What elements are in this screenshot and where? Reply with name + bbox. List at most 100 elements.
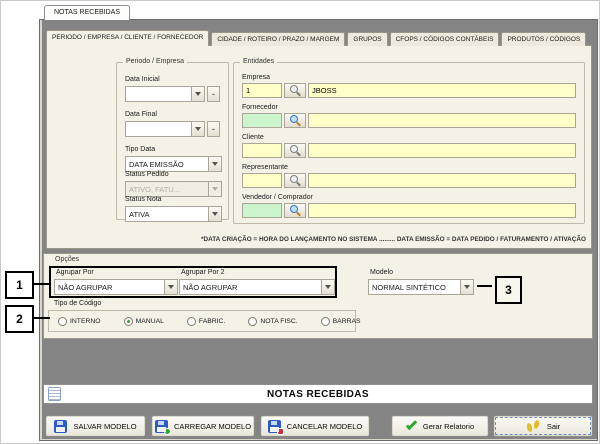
data-inicial-label: Data Inicial bbox=[125, 76, 160, 83]
vendedor-name-field[interactable] bbox=[308, 203, 576, 218]
check-badge-icon bbox=[163, 427, 171, 435]
data-final-label: Data Final bbox=[125, 111, 157, 118]
data-inicial-dropdown-button[interactable] bbox=[191, 86, 205, 102]
representante-search-button[interactable] bbox=[284, 173, 306, 188]
annotation-marker-1: 1 bbox=[5, 271, 34, 299]
agrupar-por-value[interactable]: NÃO AGRUPAR bbox=[54, 279, 164, 295]
chevron-down-icon bbox=[212, 187, 218, 191]
empresa-name-field[interactable]: JBOSS bbox=[308, 83, 576, 98]
tab-cidade-roteiro-prazo-margem[interactable]: CIDADE / ROTEIRO / PRAZO / MARGEM bbox=[211, 32, 346, 46]
tab-cfops-codigos-contabeis[interactable]: CFOPS / CÓDIGOS CONTÁBEIS bbox=[389, 32, 500, 46]
representante-name-field[interactable] bbox=[308, 173, 576, 188]
cliente-code-field[interactable] bbox=[242, 143, 282, 158]
agrupar-por-dropdown-button[interactable] bbox=[164, 279, 178, 295]
empresa-search-button[interactable] bbox=[284, 83, 306, 98]
tab-grupos[interactable]: GRUPOS bbox=[347, 32, 388, 46]
search-icon bbox=[289, 205, 301, 216]
tab-strip: PERIODO / EMPRESA / CLIENTE / FORNECEDOR… bbox=[46, 30, 588, 46]
chevron-down-icon bbox=[325, 285, 331, 289]
report-icon[interactable] bbox=[48, 387, 61, 401]
tipo-data-select[interactable]: DATA EMISSÃO bbox=[125, 156, 222, 172]
vendedor-search-button[interactable] bbox=[284, 203, 306, 218]
tipo-data-label: Tipo Data bbox=[125, 146, 156, 153]
tipo-codigo-radio-group: INTERNO MANUAL FABRIC. NOTA FISC. BARRAS bbox=[48, 310, 361, 332]
cliente-label: Cliente bbox=[242, 134, 264, 141]
fornecedor-code-field[interactable] bbox=[242, 113, 282, 128]
data-final-dropdown-button[interactable] bbox=[191, 121, 205, 137]
report-title: NOTAS RECEBIDAS bbox=[267, 388, 369, 400]
data-inicial-picker[interactable] bbox=[125, 86, 205, 102]
fornecedor-label: Fornecedor bbox=[242, 104, 278, 111]
radio-manual[interactable]: MANUAL bbox=[123, 316, 164, 326]
agrupar-por-2-value[interactable]: NÃO AGRUPAR bbox=[179, 279, 321, 295]
status-nota-value[interactable]: ATIVA bbox=[125, 206, 208, 222]
chevron-down-icon bbox=[464, 285, 470, 289]
radio-manual-label: MANUAL bbox=[135, 317, 164, 325]
outer-tab-notas-recebidas[interactable]: NOTAS RECEBIDAS bbox=[44, 5, 130, 20]
status-nota-dropdown-button[interactable] bbox=[208, 206, 222, 222]
agrupar-por-2-select[interactable]: NÃO AGRUPAR bbox=[179, 279, 335, 295]
status-nota-select[interactable]: ATIVA bbox=[125, 206, 222, 222]
cliente-search-button[interactable] bbox=[284, 143, 306, 158]
footprints-icon bbox=[526, 420, 541, 433]
fornecedor-search-button[interactable] bbox=[284, 113, 306, 128]
gerar-relatorio-button[interactable]: Gerar Relatorio bbox=[391, 415, 489, 437]
representante-code-field[interactable] bbox=[242, 173, 282, 188]
radio-barras[interactable]: BARRAS bbox=[320, 316, 361, 326]
cliente-name-field[interactable] bbox=[308, 143, 576, 158]
status-pedido-label: Status Pedido bbox=[125, 171, 169, 178]
chevron-down-icon bbox=[212, 212, 218, 216]
radio-nota-fisc-label: NOTA FISC. bbox=[260, 317, 298, 325]
carregar-modelo-button[interactable]: CARREGAR MODELO bbox=[151, 415, 255, 437]
radio-selected-icon bbox=[123, 316, 133, 326]
tipo-codigo-label: Tipo de Código bbox=[54, 300, 102, 307]
tipo-data-dropdown-button[interactable] bbox=[208, 156, 222, 172]
tipo-data-value[interactable]: DATA EMISSÃO bbox=[125, 156, 208, 172]
fornecedor-name-field[interactable] bbox=[308, 113, 576, 128]
modelo-value[interactable]: NORMAL SINTÉTICO bbox=[368, 279, 460, 295]
data-final-picker[interactable] bbox=[125, 121, 205, 137]
radio-fabric-label: FABRIC. bbox=[198, 317, 226, 325]
entidade-row-cliente: Cliente bbox=[242, 134, 576, 158]
data-final-clear-button[interactable]: - bbox=[207, 121, 220, 137]
screenshot-root: NOTAS RECEBIDAS PERIODO / EMPRESA / CLIE… bbox=[0, 0, 600, 444]
sair-label: Sair bbox=[546, 421, 561, 431]
data-inicial-value[interactable] bbox=[125, 86, 191, 102]
agrupar-por-2-dropdown-button[interactable] bbox=[321, 279, 335, 295]
save-disk-icon bbox=[54, 419, 68, 433]
groupbox-periodo-title: Periodo / Empresa bbox=[123, 58, 187, 65]
sair-button[interactable]: Sair bbox=[493, 415, 593, 437]
agrupar-por-select[interactable]: NÃO AGRUPAR bbox=[54, 279, 178, 295]
data-final-value[interactable] bbox=[125, 121, 191, 137]
vendedor-comprador-label: Vendedor / Comprador bbox=[242, 194, 313, 201]
tab-page-periodo: Periodo / Empresa Data Inicial - Data Fi… bbox=[46, 45, 592, 249]
status-nota-label: Status Nota bbox=[125, 196, 162, 203]
groupbox-periodo-empresa: Periodo / Empresa Data Inicial - Data Fi… bbox=[116, 58, 229, 222]
status-pedido-value: ATIVO, FATU... bbox=[125, 181, 208, 197]
x-badge-icon bbox=[276, 427, 284, 435]
annotation-marker-3: 3 bbox=[495, 276, 522, 304]
radio-icon bbox=[186, 316, 196, 326]
groupbox-entidades: Entidades Empresa 1 JBOSS Fornecedor Cli… bbox=[233, 58, 585, 224]
salvar-modelo-button[interactable]: SALVAR MODELO bbox=[45, 415, 146, 437]
radio-interno-label: INTERNO bbox=[70, 317, 101, 325]
chevron-down-icon bbox=[195, 92, 201, 96]
empresa-code-field[interactable]: 1 bbox=[242, 83, 282, 98]
radio-interno[interactable]: INTERNO bbox=[58, 316, 101, 326]
modelo-select[interactable]: NORMAL SINTÉTICO bbox=[368, 279, 474, 295]
vendedor-code-field[interactable] bbox=[242, 203, 282, 218]
representante-label: Representante bbox=[242, 164, 288, 171]
date-footnote: *DATA CRIAÇÃO = HORA DO LANÇAMENTO NO SI… bbox=[201, 236, 586, 243]
tab-produtos-codigos[interactable]: PRODUTOS / CÓDIGOS bbox=[501, 32, 587, 46]
radio-barras-label: BARRAS bbox=[332, 317, 361, 325]
radio-icon bbox=[58, 316, 67, 326]
cancelar-modelo-button[interactable]: CANCELAR MODELO bbox=[260, 415, 370, 437]
modelo-dropdown-button[interactable] bbox=[460, 279, 474, 295]
radio-fabric[interactable]: FABRIC. bbox=[186, 316, 226, 326]
tab-periodo-empresa-cliente-fornecedor[interactable]: PERIODO / EMPRESA / CLIENTE / FORNECEDOR bbox=[46, 30, 210, 46]
groupbox-entidades-title: Entidades bbox=[240, 58, 278, 65]
carregar-modelo-label: CARREGAR MODELO bbox=[173, 421, 252, 431]
radio-nota-fisc[interactable]: NOTA FISC. bbox=[248, 316, 298, 326]
data-inicial-clear-button[interactable]: - bbox=[207, 86, 220, 102]
status-pedido-dropdown-button bbox=[208, 181, 222, 197]
